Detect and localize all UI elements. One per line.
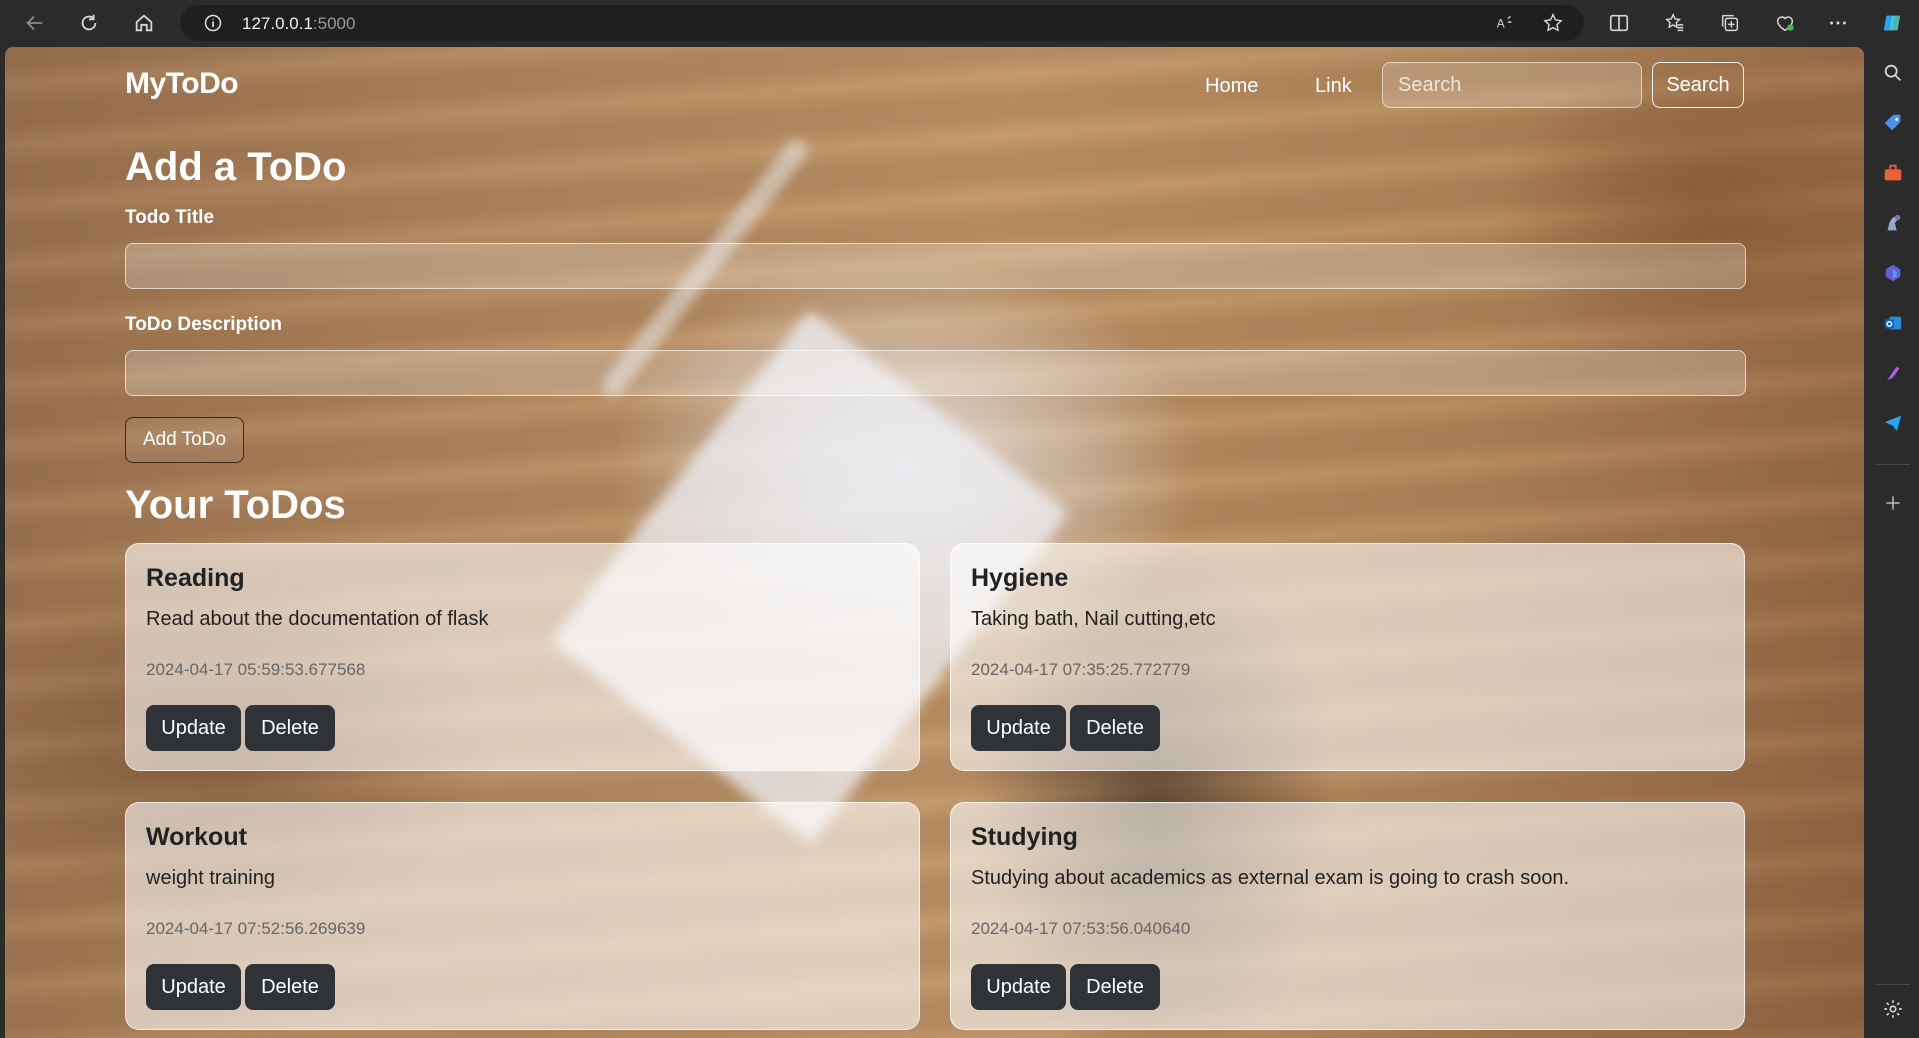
home-icon[interactable] [129, 8, 159, 38]
your-todos-heading: Your ToDos [125, 483, 346, 527]
todo-date: 2024-04-17 07:52:56.269639 [146, 919, 366, 938]
send-telegram-icon[interactable] [1880, 410, 1906, 436]
update-button[interactable]: Update [146, 964, 241, 1010]
browser-toolbar: 127.0.0.1:5000 A [0, 0, 1919, 46]
address-host: 127.0.0.1 [242, 14, 313, 33]
todo-date: 2024-04-17 05:59:53.677568 [146, 660, 366, 679]
page-viewport: MyToDo Home Link Search Add a ToDo Todo … [5, 47, 1864, 1038]
sidebar-separator-bottom [1876, 984, 1910, 985]
delete-button[interactable]: Delete [1070, 705, 1160, 751]
nav-link-link[interactable]: Link [1315, 75, 1352, 98]
settings-gear-icon[interactable] [1880, 996, 1906, 1022]
todo-title-label: Todo Title [125, 207, 215, 228]
address-bar[interactable]: 127.0.0.1:5000 A [180, 5, 1584, 41]
games-icon[interactable] [1880, 210, 1906, 236]
nav-link-home[interactable]: Home [1205, 75, 1258, 98]
todo-description-label: ToDo Description [125, 314, 282, 335]
outlook-icon[interactable] [1880, 310, 1906, 336]
todo-description: Studying about academics as external exa… [971, 867, 1570, 889]
add-todo-heading: Add a ToDo [125, 145, 347, 189]
todo-title: Workout [146, 823, 247, 851]
todo-title: Studying [971, 823, 1078, 851]
todo-description: Taking bath, Nail cutting,etc [971, 608, 1216, 630]
todo-title-input[interactable] [125, 243, 1746, 289]
collections-icon[interactable] [1715, 8, 1745, 38]
tools-briefcase-icon[interactable] [1880, 160, 1906, 186]
todo-description: weight training [146, 867, 275, 889]
todo-date: 2024-04-17 07:35:25.772779 [971, 660, 1191, 679]
split-screen-icon[interactable] [1604, 8, 1634, 38]
delete-button[interactable]: Delete [245, 705, 335, 751]
address-port: :5000 [312, 14, 356, 33]
delete-button[interactable]: Delete [1070, 964, 1160, 1010]
todo-card: Studying Studying about academics as ext… [950, 802, 1745, 1030]
update-button[interactable]: Update [971, 705, 1066, 751]
todo-description-input[interactable] [125, 350, 1746, 396]
refresh-icon[interactable] [74, 8, 104, 38]
update-button[interactable]: Update [146, 705, 241, 751]
sidebar-separator [1876, 464, 1910, 465]
todo-card: Workout weight training 2024-04-17 07:52… [125, 802, 920, 1030]
back-icon[interactable] [20, 8, 50, 38]
favorite-star-icon[interactable] [1538, 8, 1568, 38]
navbar-brand[interactable]: MyToDo [125, 67, 239, 101]
browser-essentials-icon[interactable] [1770, 8, 1800, 38]
todo-description: Read about the documentation of flask [146, 608, 489, 630]
site-info-icon[interactable] [202, 12, 224, 34]
more-options-icon[interactable] [1823, 8, 1853, 38]
favorites-icon[interactable] [1660, 8, 1690, 38]
read-aloud-icon[interactable]: A [1490, 8, 1520, 38]
copilot-icon[interactable] [1877, 8, 1907, 38]
microsoft-365-icon[interactable] [1880, 260, 1906, 286]
todo-title: Reading [146, 564, 245, 592]
add-todo-button[interactable]: Add ToDo [125, 417, 244, 463]
search-input[interactable] [1382, 62, 1642, 108]
shopping-tag-icon[interactable] [1880, 110, 1906, 136]
browser-sidebar [1866, 46, 1919, 1038]
search-icon[interactable] [1880, 60, 1906, 86]
add-icon[interactable] [1880, 490, 1906, 516]
todo-card: Reading Read about the documentation of … [125, 543, 920, 771]
update-button[interactable]: Update [971, 964, 1066, 1010]
todo-title: Hygiene [971, 564, 1069, 592]
todo-date: 2024-04-17 07:53:56.040640 [971, 919, 1191, 938]
search-button[interactable]: Search [1652, 62, 1744, 108]
address-url: 127.0.0.1:5000 [242, 14, 355, 34]
delete-button[interactable]: Delete [245, 964, 335, 1010]
todo-card: Hygiene Taking bath, Nail cutting,etc 20… [950, 543, 1745, 771]
designer-icon[interactable] [1880, 360, 1906, 386]
svg-text:A: A [1497, 17, 1505, 31]
